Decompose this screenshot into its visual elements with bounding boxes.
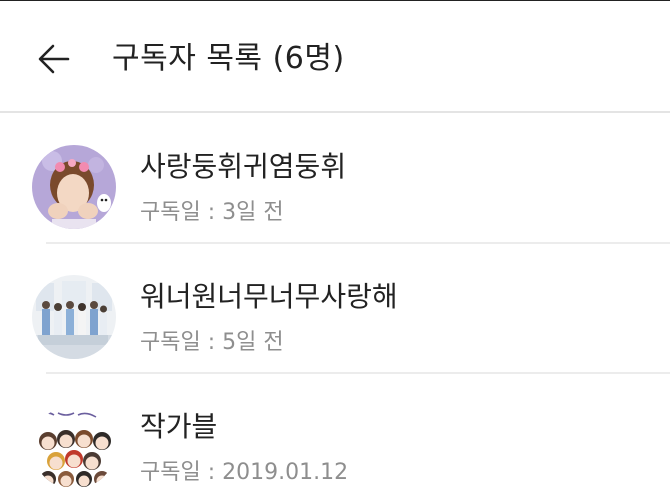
arrow-left-icon xyxy=(38,44,70,74)
subscriber-row[interactable]: 워너원너무너무사랑해 구독일 : 5일 전 xyxy=(0,244,670,374)
subscriber-row[interactable]: 사랑둥휘귀염둥휘 구독일 : 3일 전 xyxy=(0,114,670,244)
back-button[interactable] xyxy=(30,35,78,83)
subscriber-avatar[interactable] xyxy=(32,145,116,229)
page-title: 구독자 목록 (6명) xyxy=(112,41,345,76)
subscriber-avatar[interactable] xyxy=(32,275,116,359)
subscribe-date: 구독일 : 3일 전 xyxy=(140,200,284,225)
app-header: 구독자 목록 (6명) xyxy=(0,1,670,113)
subscriber-row[interactable]: 작가블 구독일 : 2019.01.12 xyxy=(0,374,670,504)
avatar-photo-image xyxy=(32,145,116,229)
subscriber-name: 워너원너무너무사랑해 xyxy=(140,280,398,313)
subscriber-avatar[interactable] xyxy=(32,405,116,489)
avatar-drawing-image xyxy=(32,405,116,489)
subscriber-name: 사랑둥휘귀염둥휘 xyxy=(140,150,347,183)
subscriber-name: 작가블 xyxy=(140,410,218,443)
subscriber-list: 사랑둥휘귀염둥휘 구독일 : 3일 전 워너원너무너무사랑해 구독일: 5일 … xyxy=(0,114,670,504)
subscribe-date: 구독일 : 5일 전 xyxy=(140,330,284,355)
subscribe-date: 구독일 : 2019.01.12 xyxy=(140,460,349,485)
avatar-photo-image xyxy=(32,275,116,359)
